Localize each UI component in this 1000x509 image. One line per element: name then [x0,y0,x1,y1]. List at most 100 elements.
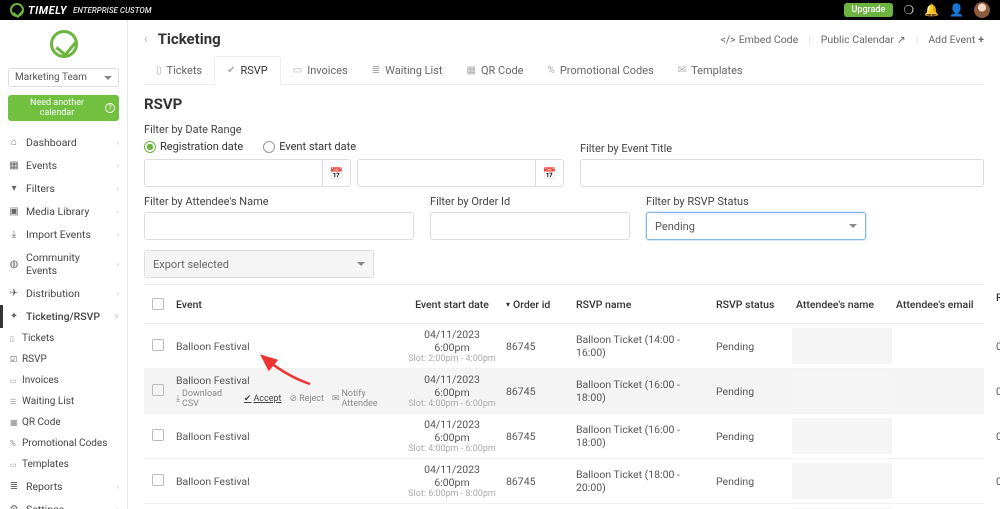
tab-templates[interactable]: ✉Templates [666,56,755,84]
team-select[interactable]: Marketing Team [8,68,119,87]
nav-item-import-events[interactable]: ⤓Import Events› [0,223,127,246]
th-start[interactable]: Event start date [402,298,502,311]
nav-item-community-events[interactable]: ◍Community Events› [0,246,127,282]
row-checkbox[interactable] [144,474,172,489]
help-icon[interactable]: ❍ [903,3,914,17]
table-row[interactable]: Balloon Festival 04/11/2023 6:00pmSlot: … [144,504,984,509]
cell-event: Balloon Festival [172,340,402,353]
embed-code-link[interactable]: </>Embed Code [721,33,799,46]
reject-action[interactable]: ⊘Reject [290,389,324,409]
row-checkbox[interactable] [144,339,172,354]
brand-name: TIMELY [28,4,67,17]
nav-item-dashboard[interactable]: ⌂Dashboard› [0,131,127,154]
add-event-label: Add Event [928,33,975,46]
date-to-input[interactable] [357,159,536,187]
nav-item-distribution[interactable]: ✈Distribution› [0,282,127,305]
th-label: RSVP status [716,298,774,311]
th-label: Order id [513,298,550,311]
subnav-item-tickets[interactable]: Tickets [0,328,127,349]
tab-icon: % [548,65,555,76]
need-calendar-button[interactable]: Need another calendar ? [8,95,119,121]
accept-action[interactable]: ✔Accept [244,389,282,409]
nav-item-label: Community Events [26,251,111,277]
download-csv-action[interactable]: ⤓Download CSV [176,389,236,409]
subnav-item-promotional-codes[interactable]: Promotional Codes [0,433,127,454]
th-rsvp-name[interactable]: RSVP name [572,298,712,311]
table-row[interactable]: Balloon Festival 04/11/2023 6:00pmSlot: … [144,459,984,504]
chevron-right-icon: › [117,138,119,147]
external-icon: ↗ [897,33,906,46]
subnav-item-qr-code[interactable]: QR Code [0,412,127,433]
date-from-input[interactable] [144,159,323,187]
public-calendar-link[interactable]: Public Calendar↗ [821,33,906,46]
notify-action[interactable]: ✉Notify Attendee [332,389,398,409]
date-to-picker[interactable]: 📅 [536,159,564,187]
chevron-right-icon: › [117,482,119,491]
tab-invoices[interactable]: ▭Invoices [281,56,360,84]
nav-item-events[interactable]: ▦Events› [0,154,127,177]
cell-status: Pending [712,385,792,398]
brand[interactable]: TIMELY ENTERPRISE CUSTOM [10,3,152,17]
nav-item-media-library[interactable]: ▣Media Library› [0,200,127,223]
th-event[interactable]: Event [172,298,402,311]
subnav-item-waiting-list[interactable]: Waiting List [0,391,127,412]
collapse-sidebar-icon[interactable]: ‹ [144,32,148,46]
th-rsvp-status[interactable]: RSVP status [712,298,792,311]
tab-rsvp[interactable]: ✔RSVP [214,56,281,85]
th-reg-date[interactable]: Registration date [992,291,1000,317]
subnav-item-rsvp[interactable]: RSVP [0,349,127,370]
th-order[interactable]: ▾Order id [502,298,572,311]
tab-icon: ▦ [467,65,476,76]
page-title: Ticketing [158,30,221,48]
avatar[interactable] [974,2,990,18]
attendee-label: Filter by Attendee's Name [144,195,414,208]
add-event-link[interactable]: Add Event + [928,33,984,46]
status-value: Pending [655,220,695,233]
logo-check-icon [50,30,78,58]
export-select[interactable]: Export selected [144,250,374,278]
table-row[interactable]: Balloon Festival ⤓Download CSV ✔Accept ⊘… [144,369,984,414]
tab-label: Templates [691,64,742,77]
tab-waiting-list[interactable]: ≣Waiting List [360,56,455,84]
attendee-name-input[interactable] [144,212,414,240]
status-select[interactable]: Pending [646,212,866,240]
row-checkbox[interactable] [144,384,172,399]
checkbox-icon [152,474,164,486]
nav-item-filters[interactable]: ▾Filters› [0,177,127,200]
tab-qr-code[interactable]: ▦QR Code [455,56,536,84]
th-checkbox[interactable] [144,298,172,310]
radio-registration-date[interactable]: Registration date [144,140,243,153]
bell-icon[interactable]: 🔔 [924,3,939,17]
nav-item-ticketing-rsvp[interactable]: ✦Ticketing/RSVP˅ [0,305,127,328]
tab-promotional-codes[interactable]: %Promotional Codes [536,56,666,84]
radio-label: Event start date [279,140,356,153]
row-checkbox[interactable] [144,429,172,444]
tab-label: Tickets [167,64,203,77]
user-icon[interactable]: 👤 [949,3,964,17]
subnav-item-templates[interactable]: Templates [0,454,127,475]
section-title: RSVP [144,95,984,113]
date-from-picker[interactable]: 📅 [323,159,351,187]
event-name: Balloon Festival [176,340,398,353]
subnav-label: RSVP [22,354,119,365]
nav-item-settings[interactable]: ⚙Settings› [0,498,127,509]
radio-event-start-date[interactable]: Event start date [263,140,356,153]
th-label: Event [176,298,202,311]
table-row[interactable]: Balloon Festival 04/11/2023 6:00pmSlot: … [144,414,984,459]
th-att-email[interactable]: Attendee's email [892,298,992,311]
th-att-name[interactable]: Attendee's name [792,298,892,311]
event-title-input[interactable] [580,159,984,187]
upgrade-button[interactable]: Upgrade [844,3,894,17]
nav-item-label: Reports [26,480,111,493]
cell-rsvp-name: Balloon Ticket (16:00 - 18:00) [572,378,712,404]
cell-status: Pending [712,430,792,443]
subnav-item-invoices[interactable]: Invoices [0,370,127,391]
order-id-input[interactable] [430,212,630,240]
cell-event: Balloon Festival [172,475,402,488]
nav-item-label: Ticketing/RSVP [26,310,108,323]
nav-item-reports[interactable]: ≣Reports› [0,475,127,498]
tab-tickets[interactable]: ▯Tickets [144,56,214,84]
date-range-label: Filter by Date Range [144,123,564,136]
sidebar-logo[interactable] [0,20,127,64]
table-row[interactable]: Balloon Festival 04/11/2023 6:00pmSlot: … [144,324,984,369]
